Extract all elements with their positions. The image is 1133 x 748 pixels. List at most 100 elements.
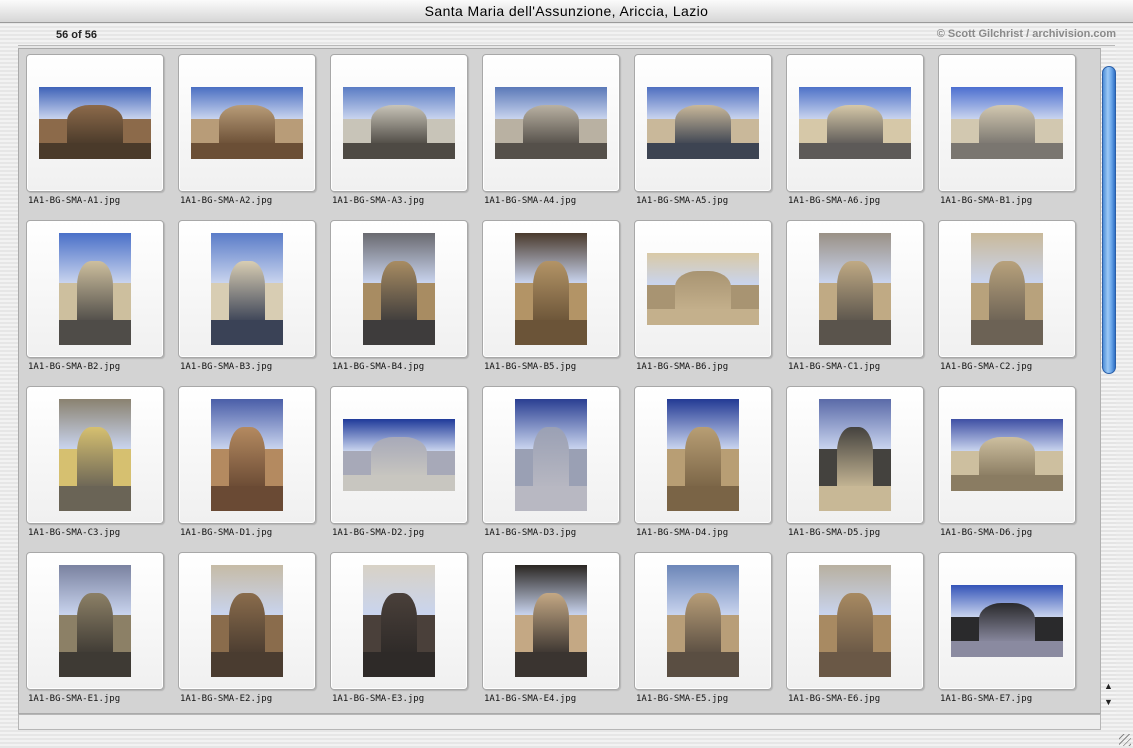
slide-mount[interactable] bbox=[26, 54, 164, 192]
thumbnail-cell[interactable]: 1A1-BG-SMA-B4.jpg bbox=[324, 215, 468, 377]
slide-mount[interactable] bbox=[938, 552, 1076, 690]
thumbnail-image[interactable] bbox=[971, 233, 1043, 345]
thumbnail-cell[interactable]: 1A1-BG-SMA-B2.jpg bbox=[20, 215, 164, 377]
thumbnail-image[interactable] bbox=[211, 233, 283, 345]
thumbnail-image[interactable] bbox=[343, 419, 455, 491]
slide-mount[interactable] bbox=[938, 386, 1076, 524]
horizontal-scrollbar[interactable] bbox=[18, 714, 1101, 730]
thumbnail-filename: 1A1-BG-SMA-A3.jpg bbox=[332, 196, 425, 206]
thumbnail-cell[interactable]: 1A1-BG-SMA-D6.jpg bbox=[932, 381, 1076, 543]
thumbnail-cell[interactable]: 1A1-BG-SMA-A3.jpg bbox=[324, 49, 468, 211]
thumbnail-cell[interactable]: 1A1-BG-SMA-D5.jpg bbox=[780, 381, 924, 543]
thumbnail-image[interactable] bbox=[59, 565, 131, 677]
thumbnail-image[interactable] bbox=[39, 87, 151, 159]
slide-mount[interactable] bbox=[634, 220, 772, 358]
slide-mount[interactable] bbox=[482, 386, 620, 524]
thumbnail-cell[interactable]: 1A1-BG-SMA-D2.jpg bbox=[324, 381, 468, 543]
vertical-scrollbar[interactable]: ▲ ▼ bbox=[1100, 48, 1116, 714]
thumbnail-cell[interactable]: 1A1-BG-SMA-B6.jpg bbox=[628, 215, 772, 377]
thumbnail-cell[interactable]: 1A1-BG-SMA-E1.jpg bbox=[20, 547, 164, 709]
slide-mount[interactable] bbox=[786, 220, 924, 358]
thumbnail-building bbox=[979, 437, 1035, 477]
thumbnail-cell[interactable]: 1A1-BG-SMA-A4.jpg bbox=[476, 49, 620, 211]
thumbnail-cell[interactable]: 1A1-BG-SMA-D1.jpg bbox=[172, 381, 316, 543]
scroll-up-arrow-icon[interactable]: ▲ bbox=[1102, 680, 1115, 692]
thumbnail-image[interactable] bbox=[343, 87, 455, 159]
thumbnail-image[interactable] bbox=[211, 399, 283, 511]
thumbnail-cell[interactable]: 1A1-BG-SMA-C2.jpg bbox=[932, 215, 1076, 377]
thumbnail-building bbox=[381, 593, 417, 655]
thumbnail-image[interactable] bbox=[363, 233, 435, 345]
thumbnail-cell[interactable]: 1A1-BG-SMA-C1.jpg bbox=[780, 215, 924, 377]
slide-mount[interactable] bbox=[482, 220, 620, 358]
thumbnail-cell[interactable]: 1A1-BG-SMA-A1.jpg bbox=[20, 49, 164, 211]
slide-mount[interactable] bbox=[634, 552, 772, 690]
thumbnail-cell[interactable]: 1A1-BG-SMA-B3.jpg bbox=[172, 215, 316, 377]
slide-mount[interactable] bbox=[330, 220, 468, 358]
slide-mount[interactable] bbox=[482, 54, 620, 192]
thumbnail-filename: 1A1-BG-SMA-C1.jpg bbox=[788, 362, 881, 372]
thumbnail-cell[interactable]: 1A1-BG-SMA-B1.jpg bbox=[932, 49, 1076, 211]
thumbnail-image[interactable] bbox=[363, 565, 435, 677]
scroll-down-arrow-icon[interactable]: ▼ bbox=[1102, 696, 1115, 708]
resize-grip-icon[interactable] bbox=[1119, 734, 1131, 746]
slide-mount[interactable] bbox=[330, 54, 468, 192]
slide-mount[interactable] bbox=[634, 54, 772, 192]
thumbnail-image[interactable] bbox=[59, 399, 131, 511]
thumbnail-cell[interactable]: 1A1-BG-SMA-B5.jpg bbox=[476, 215, 620, 377]
thumbnail-cell[interactable]: 1A1-BG-SMA-A5.jpg bbox=[628, 49, 772, 211]
thumbnail-ground bbox=[59, 320, 131, 345]
slide-mount[interactable] bbox=[482, 552, 620, 690]
thumbnail-image[interactable] bbox=[799, 87, 911, 159]
scrollbar-thumb[interactable] bbox=[1102, 66, 1116, 374]
slide-mount[interactable] bbox=[26, 220, 164, 358]
slide-mount[interactable] bbox=[178, 386, 316, 524]
slide-mount[interactable] bbox=[178, 54, 316, 192]
thumbnail-cell[interactable]: 1A1-BG-SMA-E3.jpg bbox=[324, 547, 468, 709]
thumbnail-image[interactable] bbox=[59, 233, 131, 345]
thumbnail-image[interactable] bbox=[495, 87, 607, 159]
slide-mount[interactable] bbox=[178, 220, 316, 358]
thumbnail-cell[interactable]: 1A1-BG-SMA-E5.jpg bbox=[628, 547, 772, 709]
thumbnail-cell[interactable]: 1A1-BG-SMA-D4.jpg bbox=[628, 381, 772, 543]
thumbnail-ground bbox=[59, 652, 131, 677]
copyright-notice: © Scott Gilchrist / archivision.com bbox=[936, 28, 1116, 40]
thumbnail-image[interactable] bbox=[647, 253, 759, 325]
thumbnail-image[interactable] bbox=[951, 419, 1063, 491]
thumbnail-cell[interactable]: 1A1-BG-SMA-A6.jpg bbox=[780, 49, 924, 211]
slide-mount[interactable] bbox=[26, 386, 164, 524]
thumbnail-cell[interactable]: 1A1-BG-SMA-E4.jpg bbox=[476, 547, 620, 709]
slide-mount[interactable] bbox=[786, 386, 924, 524]
slide-mount[interactable] bbox=[330, 552, 468, 690]
thumbnail-image[interactable] bbox=[667, 399, 739, 511]
thumbnail-cell[interactable]: 1A1-BG-SMA-A2.jpg bbox=[172, 49, 316, 211]
slide-mount[interactable] bbox=[178, 552, 316, 690]
thumbnail-image[interactable] bbox=[951, 87, 1063, 159]
thumbnail-image[interactable] bbox=[647, 87, 759, 159]
thumbnail-image[interactable] bbox=[515, 565, 587, 677]
thumbnail-image[interactable] bbox=[819, 233, 891, 345]
thumbnail-image[interactable] bbox=[515, 233, 587, 345]
thumbnail-image[interactable] bbox=[191, 87, 303, 159]
thumbnail-image[interactable] bbox=[819, 399, 891, 511]
thumbnail-ground bbox=[971, 320, 1043, 345]
thumbnail-cell[interactable]: 1A1-BG-SMA-C3.jpg bbox=[20, 381, 164, 543]
thumbnail-image[interactable] bbox=[819, 565, 891, 677]
thumbnail-image[interactable] bbox=[951, 585, 1063, 657]
thumbnail-cell[interactable]: 1A1-BG-SMA-D3.jpg bbox=[476, 381, 620, 543]
thumbnail-ground bbox=[951, 475, 1063, 491]
slide-mount[interactable] bbox=[938, 54, 1076, 192]
thumbnail-cell[interactable]: 1A1-BG-SMA-E6.jpg bbox=[780, 547, 924, 709]
slide-mount[interactable] bbox=[330, 386, 468, 524]
thumbnail-cell[interactable]: 1A1-BG-SMA-E7.jpg bbox=[932, 547, 1076, 709]
thumbnail-filename: 1A1-BG-SMA-A6.jpg bbox=[788, 196, 881, 206]
slide-mount[interactable] bbox=[786, 54, 924, 192]
thumbnail-image[interactable] bbox=[667, 565, 739, 677]
slide-mount[interactable] bbox=[26, 552, 164, 690]
slide-mount[interactable] bbox=[786, 552, 924, 690]
thumbnail-cell[interactable]: 1A1-BG-SMA-E2.jpg bbox=[172, 547, 316, 709]
slide-mount[interactable] bbox=[634, 386, 772, 524]
thumbnail-image[interactable] bbox=[515, 399, 587, 511]
slide-mount[interactable] bbox=[938, 220, 1076, 358]
thumbnail-image[interactable] bbox=[211, 565, 283, 677]
